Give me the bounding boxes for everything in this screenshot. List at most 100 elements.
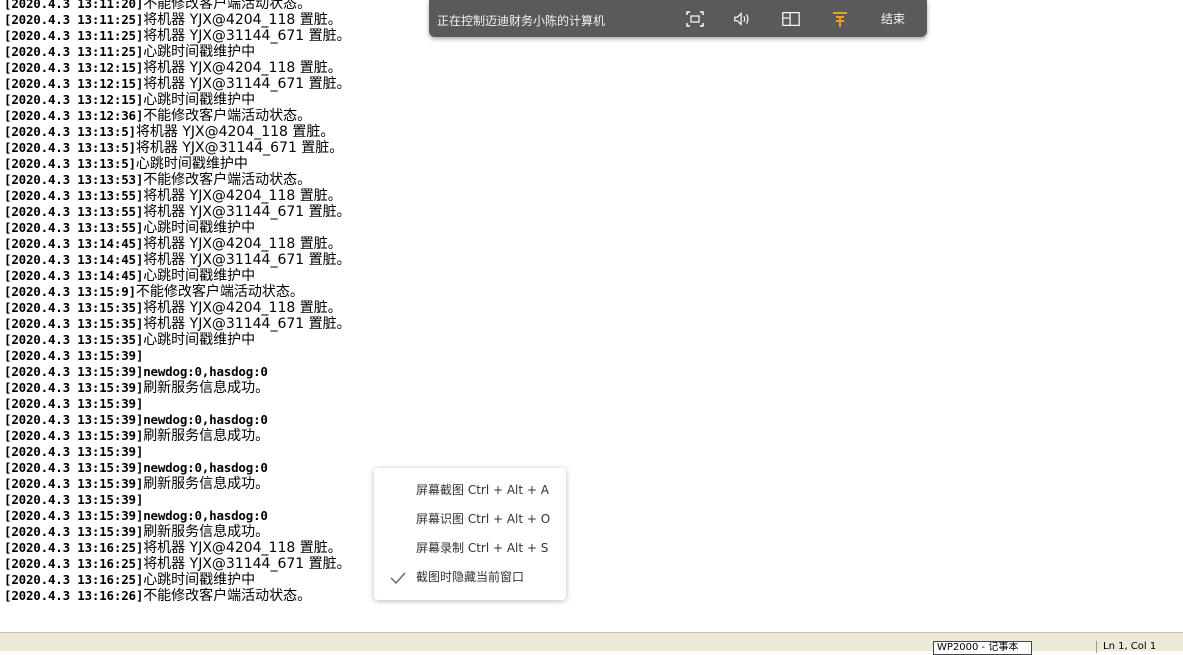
log-timestamp: [2020.4.3 13:13:5] <box>4 156 136 171</box>
log-message: newdog:0,hasdog:0 <box>143 460 268 475</box>
log-message: 不能修改客户端活动状态。 <box>143 108 312 124</box>
log-timestamp: [2020.4.3 13:13:55] <box>4 220 144 235</box>
fullscreen-icon[interactable] <box>685 10 705 28</box>
status-bar: WP2000 - 记事本 Ln 1, Col 1 <box>0 632 1183 655</box>
menu-item-screen-capture[interactable]: 屏幕截图 Ctrl + Alt + A <box>374 476 566 505</box>
log-timestamp: [2020.4.3 13:15:39] <box>4 444 144 459</box>
log-line: [2020.4.3 13:13:5]将机器 YJX@4204_118 置脏。 <box>4 124 1174 140</box>
log-line: [2020.4.3 13:13:5]心跳时间戳维护中 <box>4 156 1174 172</box>
log-message: 将机器 YJX@31144_671 置脏。 <box>135 140 344 156</box>
pin-icon[interactable] <box>830 10 850 28</box>
log-timestamp: [2020.4.3 13:15:35] <box>4 300 144 315</box>
log-line: [2020.4.3 13:13:5]将机器 YJX@31144_671 置脏。 <box>4 140 1174 156</box>
log-timestamp: [2020.4.3 13:14:45] <box>4 252 144 267</box>
log-line: [2020.4.3 13:14:45]将机器 YJX@4204_118 置脏。 <box>4 236 1174 252</box>
window-icon[interactable] <box>781 10 801 28</box>
log-timestamp: [2020.4.3 13:16:25] <box>4 556 144 571</box>
log-line: [2020.4.3 13:13:55]将机器 YJX@31144_671 置脏。 <box>4 204 1174 220</box>
log-line: [2020.4.3 13:15:35]将机器 YJX@31144_671 置脏。 <box>4 316 1174 332</box>
log-line: [2020.4.3 13:16:25]心跳时间戳维护中 <box>4 572 1174 588</box>
log-line: [2020.4.3 13:12:15]将机器 YJX@4204_118 置脏。 <box>4 60 1174 76</box>
log-timestamp: [2020.4.3 13:11:25] <box>4 44 144 59</box>
sound-icon[interactable] <box>732 10 752 28</box>
log-line: [2020.4.3 13:15:39]刷新服务信息成功。 <box>4 380 1174 396</box>
menu-item-label: 屏幕录制 Ctrl + Alt + S <box>416 541 549 555</box>
log-message: 心跳时间戳维护中 <box>143 572 256 588</box>
log-timestamp: [2020.4.3 13:12:36] <box>4 108 144 123</box>
log-timestamp: [2020.4.3 13:16:26] <box>4 588 144 603</box>
menu-item-screen-record[interactable]: 屏幕录制 Ctrl + Alt + S <box>374 534 566 563</box>
log-line: [2020.4.3 13:15:39] <box>4 492 1174 508</box>
log-timestamp: [2020.4.3 13:15:39] <box>4 428 144 443</box>
log-line: [2020.4.3 13:16:25]将机器 YJX@4204_118 置脏。 <box>4 540 1174 556</box>
log-timestamp: [2020.4.3 13:13:5] <box>4 140 136 155</box>
end-session-button[interactable]: 结束 <box>875 10 911 28</box>
log-message: 心跳时间戳维护中 <box>135 156 248 172</box>
log-line: [2020.4.3 13:15:39]newdog:0,hasdog:0 <box>4 412 1174 428</box>
log-timestamp: [2020.4.3 13:13:55] <box>4 188 144 203</box>
log-message: 将机器 YJX@31144_671 置脏。 <box>143 316 351 332</box>
log-message: 将机器 YJX@31144_671 置脏。 <box>143 204 351 220</box>
log-line: [2020.4.3 13:15:39]刷新服务信息成功。 <box>4 428 1174 444</box>
log-message: 不能修改客户端活动状态。 <box>135 284 304 300</box>
log-text-area[interactable]: [2020.4.3 13:11:20]不能修改客户端活动状态。 [2020.4.3… <box>4 0 1174 628</box>
log-timestamp: [2020.4.3 13:16:25] <box>4 540 144 555</box>
log-message: 将机器 YJX@4204_118 置脏。 <box>143 12 342 28</box>
log-message: 心跳时间戳维护中 <box>143 44 256 60</box>
log-timestamp: [2020.4.3 13:14:45] <box>4 268 144 283</box>
log-message: 将机器 YJX@4204_118 置脏。 <box>143 236 342 252</box>
log-message: 将机器 YJX@4204_118 置脏。 <box>143 188 342 204</box>
log-message: 不能修改客户端活动状态。 <box>143 0 312 12</box>
log-timestamp: [2020.4.3 13:13:55] <box>4 204 144 219</box>
log-message: 心跳时间戳维护中 <box>143 92 256 108</box>
log-line: [2020.4.3 13:12:36]不能修改客户端活动状态。 <box>4 108 1174 124</box>
log-message: 不能修改客户端活动状态。 <box>143 172 312 188</box>
log-line: [2020.4.3 13:16:25]将机器 YJX@31144_671 置脏。 <box>4 556 1174 572</box>
menu-item-hide-window[interactable]: 截图时隐藏当前窗口 <box>374 563 566 592</box>
log-timestamp: [2020.4.3 13:15:39] <box>4 412 144 427</box>
log-message: 将机器 YJX@31144_671 置脏。 <box>143 28 351 44</box>
log-timestamp: [2020.4.3 13:16:25] <box>4 572 144 587</box>
log-timestamp: [2020.4.3 13:12:15] <box>4 92 144 107</box>
log-message: 刷新服务信息成功。 <box>143 428 270 444</box>
remote-control-toolbar: 正在控制迈迪财务小陈的计算机 结束 <box>429 0 927 37</box>
log-line: [2020.4.3 13:16:26]不能修改客户端活动状态。 <box>4 588 1174 604</box>
log-timestamp: [2020.4.3 13:14:45] <box>4 236 144 251</box>
log-timestamp: [2020.4.3 13:11:25] <box>4 12 144 27</box>
log-line: [2020.4.3 13:15:39]newdog:0,hasdog:0 <box>4 364 1174 380</box>
log-timestamp: [2020.4.3 13:15:9] <box>4 284 136 299</box>
screenshot-context-menu: 屏幕截图 Ctrl + Alt + A 屏幕识图 Ctrl + Alt + O … <box>374 468 566 600</box>
log-line: [2020.4.3 13:12:15]将机器 YJX@31144_671 置脏。 <box>4 76 1174 92</box>
log-line: [2020.4.3 13:13:55]将机器 YJX@4204_118 置脏。 <box>4 188 1174 204</box>
log-message: 将机器 YJX@4204_118 置脏。 <box>143 540 342 556</box>
log-timestamp: [2020.4.3 13:15:39] <box>4 508 144 523</box>
status-app-label: WP2000 - 记事本 <box>933 641 1032 655</box>
log-message: 刷新服务信息成功。 <box>143 524 270 540</box>
log-timestamp: [2020.4.3 13:15:35] <box>4 316 144 331</box>
remote-control-title: 正在控制迈迪财务小陈的计算机 <box>437 14 606 28</box>
log-timestamp: [2020.4.3 13:15:39] <box>4 492 144 507</box>
log-timestamp: [2020.4.3 13:15:39] <box>4 524 144 539</box>
log-message: 将机器 YJX@31144_671 置脏。 <box>143 252 351 268</box>
log-timestamp: [2020.4.3 13:13:53] <box>4 172 144 187</box>
log-line: [2020.4.3 13:14:45]心跳时间戳维护中 <box>4 268 1174 284</box>
log-timestamp: [2020.4.3 13:15:39] <box>4 476 144 491</box>
log-line: [2020.4.3 13:15:9]不能修改客户端活动状态。 <box>4 284 1174 300</box>
log-message: newdog:0,hasdog:0 <box>143 508 268 523</box>
log-message: 刷新服务信息成功。 <box>143 380 270 396</box>
log-timestamp: [2020.4.3 13:12:15] <box>4 60 144 75</box>
log-message: 将机器 YJX@4204_118 置脏。 <box>143 60 342 76</box>
log-timestamp: [2020.4.3 13:11:25] <box>4 28 144 43</box>
log-message: newdog:0,hasdog:0 <box>143 364 268 379</box>
log-line: [2020.4.3 13:15:39] <box>4 444 1174 460</box>
log-line: [2020.4.3 13:15:35]心跳时间戳维护中 <box>4 332 1174 348</box>
log-line: [2020.4.3 13:13:55]心跳时间戳维护中 <box>4 220 1174 236</box>
log-timestamp: [2020.4.3 13:13:5] <box>4 124 136 139</box>
menu-item-screen-ocr[interactable]: 屏幕识图 Ctrl + Alt + O <box>374 505 566 534</box>
log-message: 将机器 YJX@4204_118 置脏。 <box>135 124 335 140</box>
log-line: [2020.4.3 13:15:39]刷新服务信息成功。 <box>4 524 1174 540</box>
log-timestamp: [2020.4.3 13:15:39] <box>4 364 144 379</box>
log-timestamp: [2020.4.3 13:15:39] <box>4 460 144 475</box>
log-message: 心跳时间戳维护中 <box>143 332 256 348</box>
log-timestamp: [2020.4.3 13:15:39] <box>4 396 144 411</box>
